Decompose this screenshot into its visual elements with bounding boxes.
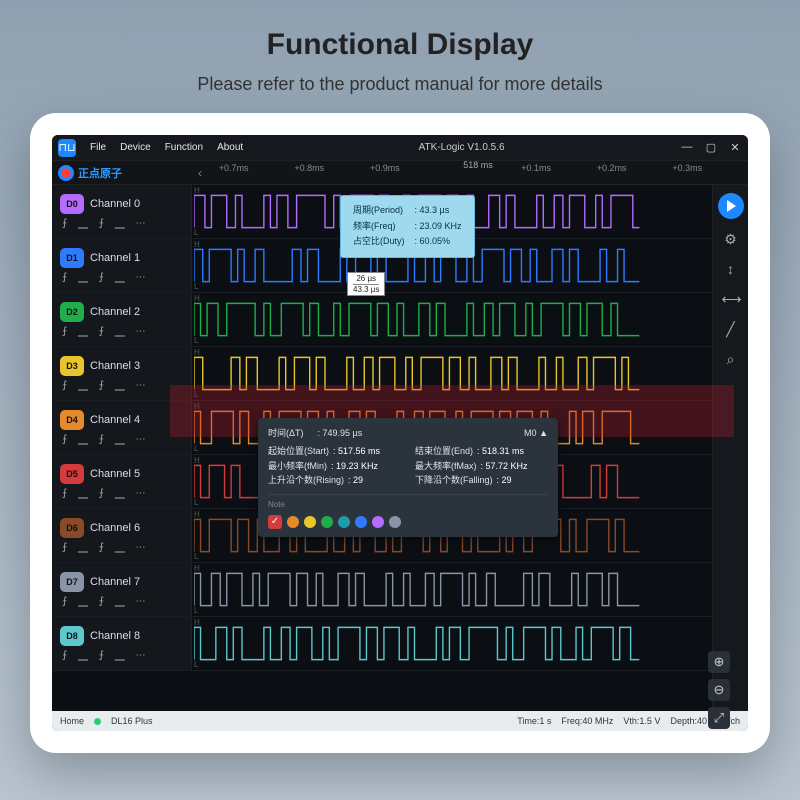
channel-badge[interactable]: D6 bbox=[60, 518, 84, 538]
measurement-panel[interactable]: 时间(ΔT): 749.95 µs M0 ▲ 起始位置(Start): 517.… bbox=[258, 418, 558, 537]
ruler-ticks: 518 ms +0.7ms +0.8ms +0.9ms +0.1ms +0.2m… bbox=[208, 161, 748, 184]
trigger-icons[interactable]: ⨍ ⎽ ⨍ ⎽ ⋯ bbox=[60, 380, 183, 391]
trigger-icons[interactable]: ⨍ ⎽ ⨍ ⎽ ⋯ bbox=[60, 434, 183, 445]
channel-sidebar: D8 Channel 8 ⨍ ⎽ ⨍ ⎽ ⋯ bbox=[52, 617, 192, 670]
collapse-icon[interactable]: ▲ bbox=[539, 428, 548, 438]
channel-name: Channel 4 bbox=[90, 414, 140, 426]
maximize-button[interactable]: ▢ bbox=[704, 141, 718, 154]
channel-sidebar: D7 Channel 7 ⨍ ⎽ ⨍ ⎽ ⋯ bbox=[52, 563, 192, 616]
channel-name: Channel 6 bbox=[90, 522, 140, 534]
minimize-button[interactable]: — bbox=[680, 141, 694, 154]
trigger-icons[interactable]: ⨍ ⎽ ⨍ ⎽ ⋯ bbox=[60, 542, 183, 553]
brand-text: 正点原子 bbox=[78, 165, 122, 181]
measure-tool-icon[interactable]: ⟷ bbox=[722, 291, 740, 309]
app-title: ATK-Logic V1.0.5.6 bbox=[257, 142, 666, 153]
brand-icon bbox=[58, 165, 74, 181]
search-tool-icon[interactable]: ⌕ bbox=[722, 351, 740, 369]
channel-sidebar: D1 Channel 1 ⨍ ⎽ ⨍ ⎽ ⋯ bbox=[52, 239, 192, 292]
zoom-out-button[interactable]: ⊖ bbox=[708, 679, 730, 701]
channel-name: Channel 2 bbox=[90, 306, 140, 318]
channel-badge[interactable]: D3 bbox=[60, 356, 84, 376]
channel-name: Channel 8 bbox=[90, 630, 140, 642]
channel-badge[interactable]: D1 bbox=[60, 248, 84, 268]
period-tooltip: 周期(Period): 43.3 µs 频率(Freq): 23.09 KHz … bbox=[340, 195, 475, 258]
zoom-fit-button[interactable]: ⤢ bbox=[708, 707, 730, 729]
waveform[interactable]: H L bbox=[192, 563, 712, 616]
scroll-left-icon[interactable]: ‹ bbox=[192, 166, 208, 180]
note-color-dot[interactable] bbox=[304, 516, 316, 528]
channel-sidebar: D5 Channel 5 ⨍ ⎽ ⨍ ⎽ ⋯ bbox=[52, 455, 192, 508]
channel-row[interactable]: D8 Channel 8 ⨍ ⎽ ⨍ ⎽ ⋯ H L bbox=[52, 617, 712, 671]
channel-badge[interactable]: D2 bbox=[60, 302, 84, 322]
ruler-tool-icon[interactable]: ╱ bbox=[722, 321, 740, 339]
zoom-in-button[interactable]: ⊕ bbox=[708, 651, 730, 673]
note-color-dot[interactable] bbox=[287, 516, 299, 528]
monitor-frame: ⊓⊔ File Device Function About ATK-Logic … bbox=[30, 113, 770, 753]
channel-row[interactable]: D2 Channel 2 ⨍ ⎽ ⨍ ⎽ ⋯ H L bbox=[52, 293, 712, 347]
trigger-icons[interactable]: ⨍ ⎽ ⨍ ⎽ ⋯ bbox=[60, 650, 183, 661]
promo-subtitle: Please refer to the product manual for m… bbox=[197, 74, 602, 95]
channel-badge[interactable]: D0 bbox=[60, 194, 84, 214]
channel-name: Channel 0 bbox=[90, 198, 140, 210]
app-window: ⊓⊔ File Device Function About ATK-Logic … bbox=[52, 135, 748, 731]
note-color-dot[interactable] bbox=[338, 516, 350, 528]
channel-name: Channel 3 bbox=[90, 360, 140, 372]
menu-device[interactable]: Device bbox=[120, 142, 151, 153]
device-status-icon bbox=[94, 718, 101, 725]
trigger-icons[interactable]: ⨍ ⎽ ⨍ ⎽ ⋯ bbox=[60, 272, 183, 283]
app-logo-icon: ⊓⊔ bbox=[58, 139, 76, 157]
channel-badge[interactable]: D8 bbox=[60, 626, 84, 646]
channel-row[interactable]: D7 Channel 7 ⨍ ⎽ ⨍ ⎽ ⋯ H L bbox=[52, 563, 712, 617]
cursor-tool-icon[interactable]: ↕ bbox=[722, 261, 740, 279]
capture-play-button[interactable] bbox=[718, 193, 744, 219]
note-color-dot[interactable] bbox=[372, 516, 384, 528]
cursor-measurement: 26 µs 43.3 µs bbox=[347, 272, 385, 296]
device-name: DL16 Plus bbox=[111, 716, 153, 726]
waveform[interactable]: H L bbox=[192, 617, 712, 670]
channel-sidebar: D2 Channel 2 ⨍ ⎽ ⨍ ⎽ ⋯ bbox=[52, 293, 192, 346]
note-color-selected[interactable]: ✓ bbox=[268, 515, 282, 529]
trigger-icons[interactable]: ⨍ ⎽ ⨍ ⎽ ⋯ bbox=[60, 218, 183, 229]
channel-sidebar: D6 Channel 6 ⨍ ⎽ ⨍ ⎽ ⋯ bbox=[52, 509, 192, 562]
status-freq: Freq:40 MHz bbox=[561, 716, 613, 726]
note-color-dot[interactable] bbox=[321, 516, 333, 528]
menu-function[interactable]: Function bbox=[165, 142, 203, 153]
home-tab[interactable]: Home bbox=[60, 716, 84, 726]
note-label: Note bbox=[268, 499, 548, 512]
channel-badge[interactable]: D7 bbox=[60, 572, 84, 592]
channel-name: Channel 5 bbox=[90, 468, 140, 480]
time-ruler[interactable]: 正点原子 ‹ 518 ms +0.7ms +0.8ms +0.9ms +0.1m… bbox=[52, 161, 748, 185]
note-color-dot[interactable] bbox=[389, 516, 401, 528]
m0-label: M0 bbox=[524, 428, 537, 438]
close-button[interactable]: ✕ bbox=[728, 141, 742, 154]
channel-badge[interactable]: D5 bbox=[60, 464, 84, 484]
channel-name: Channel 1 bbox=[90, 252, 140, 264]
settings-icon[interactable]: ⚙ bbox=[722, 231, 740, 249]
note-color-dot[interactable] bbox=[355, 516, 367, 528]
status-bar: Home DL16 Plus Time:1 s Freq:40 MHz Vth:… bbox=[52, 711, 748, 731]
status-vth: Vth:1.5 V bbox=[623, 716, 660, 726]
title-bar: ⊓⊔ File Device Function About ATK-Logic … bbox=[52, 135, 748, 161]
right-toolbar: ⚙ ↕ ⟷ ╱ ⌕ bbox=[712, 185, 748, 711]
trigger-icons[interactable]: ⨍ ⎽ ⨍ ⎽ ⋯ bbox=[60, 488, 183, 499]
promo-title: Functional Display bbox=[267, 28, 534, 62]
trigger-icons[interactable]: ⨍ ⎽ ⨍ ⎽ ⋯ bbox=[60, 326, 183, 337]
waveform[interactable]: H L bbox=[192, 293, 712, 346]
menu-about[interactable]: About bbox=[217, 142, 243, 153]
ruler-center-label: 518 ms bbox=[463, 160, 493, 170]
trigger-icons[interactable]: ⨍ ⎽ ⨍ ⎽ ⋯ bbox=[60, 596, 183, 607]
menu-file[interactable]: File bbox=[90, 142, 106, 153]
zoom-controls: ⊕ ⊖ ⤢ bbox=[708, 651, 730, 729]
status-time: Time:1 s bbox=[517, 716, 551, 726]
channel-name: Channel 7 bbox=[90, 576, 140, 588]
channel-badge[interactable]: D4 bbox=[60, 410, 84, 430]
channel-sidebar: D0 Channel 0 ⨍ ⎽ ⨍ ⎽ ⋯ bbox=[52, 185, 192, 238]
